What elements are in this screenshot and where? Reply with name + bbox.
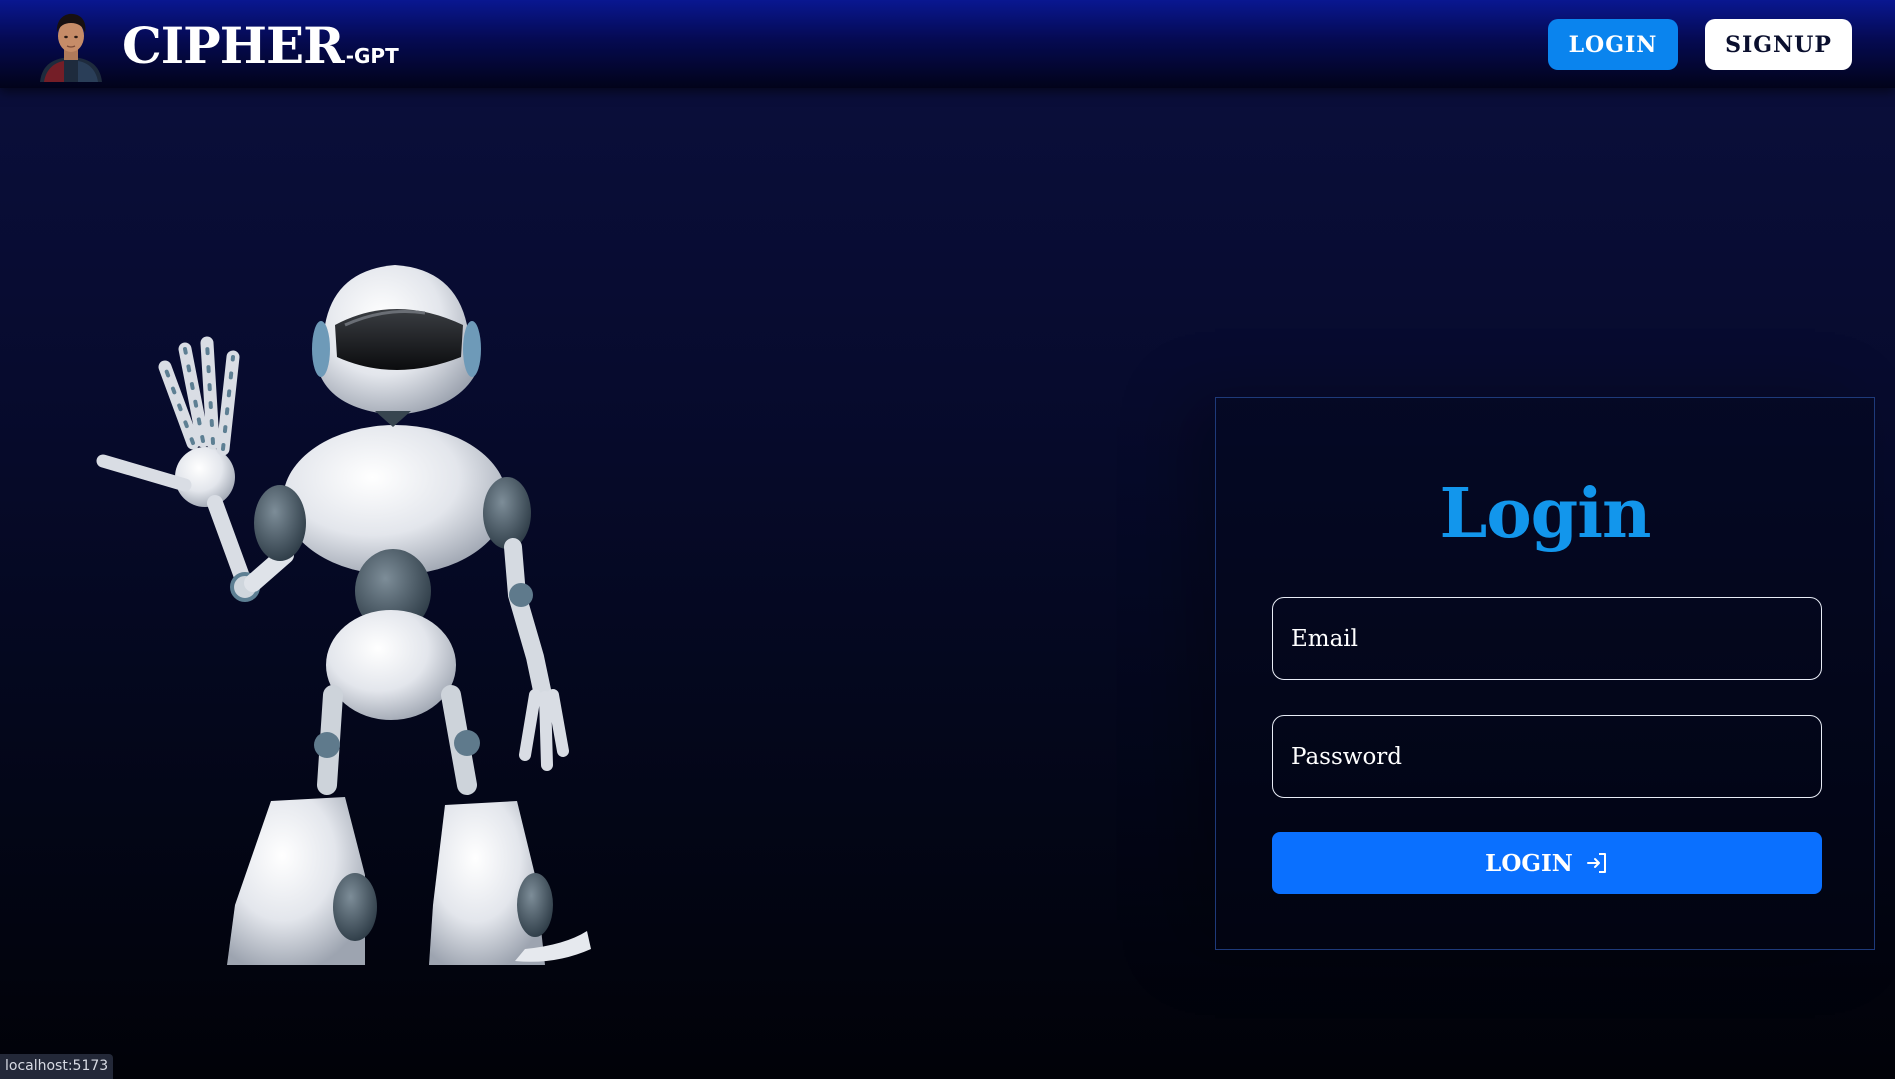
brand-suffix: -GPT xyxy=(345,43,399,68)
login-card: Login LOGIN xyxy=(1215,397,1875,950)
login-submit-label: LOGIN xyxy=(1485,849,1573,877)
brand-logo[interactable]: CIPHER -GPT xyxy=(34,8,399,82)
login-title: Login xyxy=(1439,474,1652,554)
avatar xyxy=(34,8,108,82)
nav-signup-button[interactable]: SIGNUP xyxy=(1705,19,1852,70)
navbar: CIPHER -GPT LOGIN SIGNUP xyxy=(0,0,1895,88)
login-arrow-icon xyxy=(1586,853,1606,873)
password-field[interactable] xyxy=(1272,715,1822,798)
login-submit-button[interactable]: LOGIN xyxy=(1272,832,1822,894)
email-field[interactable] xyxy=(1272,597,1822,680)
brand-name: CIPHER -GPT xyxy=(122,16,399,75)
brand-title: CIPHER xyxy=(122,15,345,75)
nav-login-button[interactable]: LOGIN xyxy=(1548,19,1678,70)
status-bar-url: localhost:5173 xyxy=(0,1054,114,1079)
robot-illustration xyxy=(95,265,605,990)
